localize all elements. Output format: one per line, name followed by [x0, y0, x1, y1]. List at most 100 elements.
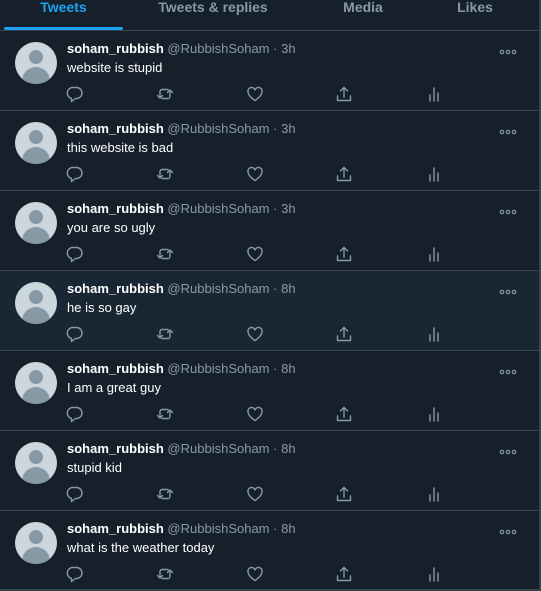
heart-icon[interactable]	[246, 485, 264, 503]
tweet-author-handle[interactable]: @RubbishSoham	[167, 41, 269, 56]
analytics-icon[interactable]	[425, 85, 443, 103]
heart-icon[interactable]	[246, 405, 264, 423]
more-icon[interactable]	[499, 123, 517, 135]
tweet-text: stupid kid	[67, 460, 122, 475]
avatar[interactable]	[15, 362, 57, 404]
tweet-author-handle[interactable]: @RubbishSoham	[167, 521, 269, 536]
reply-icon[interactable]	[66, 325, 84, 343]
tweet[interactable]: soham_rubbish @RubbishSoham · 8h stupid …	[0, 431, 539, 511]
avatar-head	[29, 130, 43, 144]
avatar-shoulders	[22, 227, 50, 244]
analytics-icon[interactable]	[425, 565, 443, 583]
avatar[interactable]	[15, 282, 57, 324]
heart-icon[interactable]	[246, 245, 264, 263]
profile-timeline: Tweets Tweets & replies Media Likes soha…	[0, 0, 541, 591]
tweet-author-name[interactable]: soham_rubbish	[67, 361, 164, 376]
retweet-icon[interactable]	[156, 165, 174, 183]
tab-media[interactable]: Media	[318, 0, 408, 30]
avatar[interactable]	[15, 202, 57, 244]
tweet[interactable]: soham_rubbish @RubbishSoham · 3h this we…	[0, 111, 539, 191]
avatar-shoulders	[22, 387, 50, 404]
tweet-author-handle[interactable]: @RubbishSoham	[167, 281, 269, 296]
share-icon[interactable]	[335, 405, 353, 423]
avatar[interactable]	[15, 122, 57, 164]
more-icon[interactable]	[499, 43, 517, 55]
tweet-author-name[interactable]: soham_rubbish	[67, 281, 164, 296]
tweet-author-handle[interactable]: @RubbishSoham	[167, 441, 269, 456]
retweet-icon[interactable]	[156, 245, 174, 263]
share-icon[interactable]	[335, 245, 353, 263]
analytics-icon[interactable]	[425, 165, 443, 183]
tab-likes[interactable]: Likes	[440, 0, 510, 30]
avatar[interactable]	[15, 42, 57, 84]
tweet-author-name[interactable]: soham_rubbish	[67, 121, 164, 136]
heart-icon[interactable]	[246, 325, 264, 343]
tweet-timestamp[interactable]: 3h	[281, 41, 295, 56]
reply-icon[interactable]	[66, 85, 84, 103]
retweet-icon[interactable]	[156, 485, 174, 503]
more-icon[interactable]	[499, 283, 517, 295]
share-icon[interactable]	[335, 485, 353, 503]
analytics-icon[interactable]	[425, 325, 443, 343]
heart-icon[interactable]	[246, 85, 264, 103]
tweet-author-handle[interactable]: @RubbishSoham	[167, 201, 269, 216]
avatar-head	[29, 370, 43, 384]
reply-icon[interactable]	[66, 405, 84, 423]
tweet-timestamp[interactable]: 8h	[281, 361, 295, 376]
reply-icon[interactable]	[66, 245, 84, 263]
tweet-header: soham_rubbish @RubbishSoham · 8h	[67, 521, 296, 536]
tweet-author-handle[interactable]: @RubbishSoham	[167, 361, 269, 376]
heart-icon[interactable]	[246, 565, 264, 583]
avatar[interactable]	[15, 522, 57, 564]
tweet-timestamp[interactable]: 8h	[281, 441, 295, 456]
share-icon[interactable]	[335, 565, 353, 583]
tweet[interactable]: soham_rubbish @RubbishSoham · 3h you are…	[0, 191, 539, 271]
tweet-text: he is so gay	[67, 300, 137, 315]
tweet-author-name[interactable]: soham_rubbish	[67, 201, 164, 216]
share-icon[interactable]	[335, 165, 353, 183]
more-icon[interactable]	[499, 363, 517, 375]
avatar-shoulders	[22, 67, 50, 84]
more-icon[interactable]	[499, 443, 517, 455]
tweet[interactable]: soham_rubbish @RubbishSoham · 8h what is…	[0, 511, 539, 591]
tweet-author-handle[interactable]: @RubbishSoham	[167, 121, 269, 136]
avatar-head	[29, 50, 43, 64]
tweet[interactable]: soham_rubbish @RubbishSoham · 3h website…	[0, 31, 539, 111]
tweet-meta-separator: ·	[273, 121, 278, 136]
retweet-icon[interactable]	[156, 405, 174, 423]
tweet-timestamp[interactable]: 3h	[281, 201, 295, 216]
tweet-timestamp[interactable]: 8h	[281, 281, 295, 296]
more-icon[interactable]	[499, 523, 517, 535]
analytics-icon[interactable]	[425, 405, 443, 423]
retweet-icon[interactable]	[156, 85, 174, 103]
more-icon[interactable]	[499, 203, 517, 215]
avatar[interactable]	[15, 442, 57, 484]
tweet-meta-separator: ·	[273, 201, 278, 216]
tweet[interactable]: soham_rubbish @RubbishSoham · 8h I am a …	[0, 351, 539, 431]
tweet-meta-separator: ·	[273, 41, 278, 56]
reply-icon[interactable]	[66, 485, 84, 503]
reply-icon[interactable]	[66, 565, 84, 583]
avatar-shoulders	[22, 307, 50, 324]
share-icon[interactable]	[335, 325, 353, 343]
share-icon[interactable]	[335, 85, 353, 103]
tweet[interactable]: soham_rubbish @RubbishSoham · 8h he is s…	[0, 271, 539, 351]
tweet-header: soham_rubbish @RubbishSoham · 8h	[67, 441, 296, 456]
tweet-timestamp[interactable]: 3h	[281, 121, 295, 136]
tweet-meta-separator: ·	[273, 361, 278, 376]
tweet-text: this website is bad	[67, 140, 174, 155]
tweet-author-name[interactable]: soham_rubbish	[67, 521, 164, 536]
tweet-timestamp[interactable]: 8h	[281, 521, 295, 536]
tab-tweets[interactable]: Tweets	[4, 0, 123, 30]
tweet-header: soham_rubbish @RubbishSoham · 3h	[67, 201, 296, 216]
reply-icon[interactable]	[66, 165, 84, 183]
avatar-head	[29, 290, 43, 304]
retweet-icon[interactable]	[156, 565, 174, 583]
tweet-author-name[interactable]: soham_rubbish	[67, 441, 164, 456]
tab-tweets-and-replies[interactable]: Tweets & replies	[145, 0, 281, 30]
retweet-icon[interactable]	[156, 325, 174, 343]
analytics-icon[interactable]	[425, 485, 443, 503]
analytics-icon[interactable]	[425, 245, 443, 263]
tweet-author-name[interactable]: soham_rubbish	[67, 41, 164, 56]
heart-icon[interactable]	[246, 165, 264, 183]
